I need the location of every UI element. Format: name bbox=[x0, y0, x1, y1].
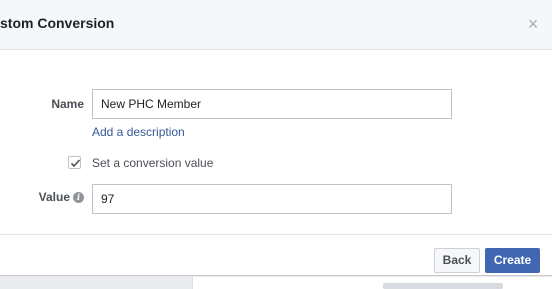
value-label: Value bbox=[38, 190, 70, 204]
name-label: Name bbox=[51, 97, 84, 111]
value-input[interactable] bbox=[92, 184, 452, 214]
back-button[interactable]: Back bbox=[434, 248, 480, 273]
name-input[interactable] bbox=[92, 89, 452, 119]
checkmark-icon bbox=[70, 159, 81, 168]
custom-conversion-dialog: stom Conversion × Name Add a description… bbox=[0, 0, 552, 276]
conversion-value-checkbox[interactable] bbox=[68, 156, 81, 169]
close-icon[interactable]: × bbox=[526, 14, 540, 34]
footer-divider bbox=[0, 234, 552, 235]
info-icon[interactable]: i bbox=[73, 192, 84, 203]
create-button[interactable]: Create bbox=[485, 248, 540, 273]
dialog-header: stom Conversion × bbox=[0, 0, 552, 50]
dialog-title: stom Conversion bbox=[0, 15, 115, 31]
conversion-value-label[interactable]: Set a conversion value bbox=[92, 156, 213, 170]
background-text-fragment bbox=[383, 283, 503, 289]
background-page-fragment bbox=[192, 277, 552, 289]
add-description-link[interactable]: Add a description bbox=[92, 125, 185, 139]
